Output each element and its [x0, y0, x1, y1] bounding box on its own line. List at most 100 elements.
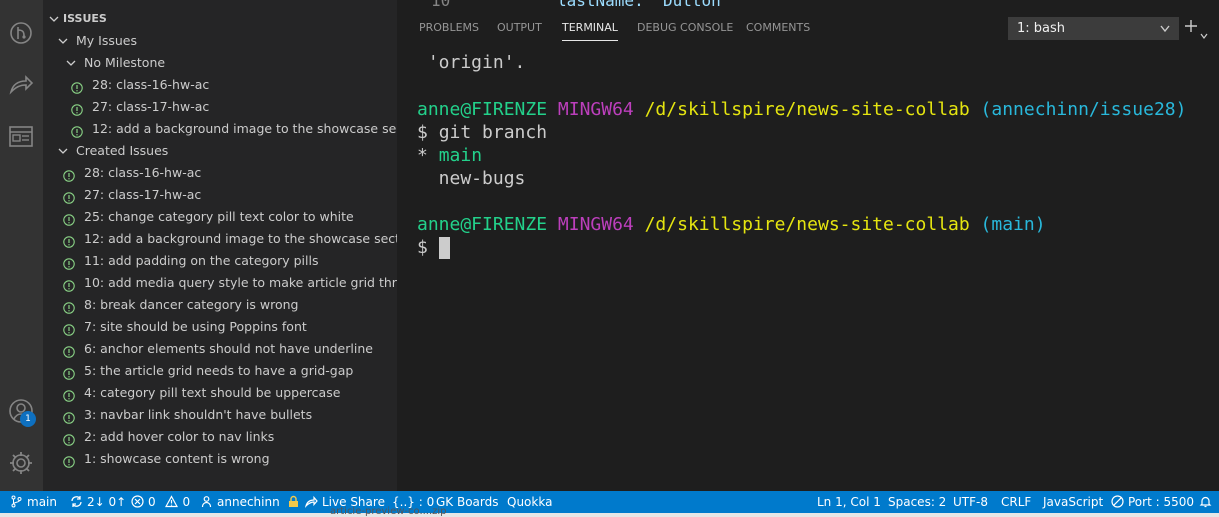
person-icon — [201, 496, 212, 508]
code-line: lastName: "Dutton" — [557, 0, 731, 10]
terminal-line: * main — [417, 144, 482, 167]
issue-item[interactable]: 8: break dancer category is wrong — [43, 294, 397, 316]
terminal-prompt-line: anne@FIRENZE MINGW64 /d/skillspire/news-… — [417, 98, 1186, 121]
tab-terminal[interactable]: TERMINAL — [562, 10, 618, 46]
issue-item[interactable]: 25: change category pill text color to w… — [43, 206, 397, 228]
issues-section-header[interactable]: ISSUES — [43, 8, 397, 30]
download-item[interactable]: article-preview-co....zip — [330, 506, 447, 517]
browser-preview-icon[interactable] — [6, 122, 36, 152]
issue-item[interactable]: 12: add a background image to the showca… — [43, 228, 397, 250]
gear-icon[interactable] — [6, 448, 36, 478]
warning-icon — [165, 495, 179, 508]
no-entry-icon — [1111, 495, 1124, 508]
issue-title: 2: add hover color to nav links — [84, 429, 275, 444]
issue-title: 11: add padding on the category pills — [84, 253, 319, 268]
chevron-down-icon — [58, 140, 68, 162]
prompt-symbol: $ — [417, 122, 439, 143]
notifications-status[interactable] — [1199, 491, 1212, 513]
chevron-down-icon — [58, 30, 68, 52]
issue-item[interactable]: 12: add a background image to the showca… — [43, 118, 397, 140]
new-terminal-icon[interactable] — [1184, 18, 1198, 32]
issue-open-icon — [63, 387, 75, 402]
encoding[interactable]: UTF-8 — [953, 491, 988, 513]
issue-item[interactable]: 1: showcase content is wrong — [43, 448, 397, 470]
live-share-icon[interactable] — [6, 70, 36, 100]
issue-item[interactable]: 27: class-17-hw-ac — [43, 96, 397, 118]
issue-open-icon — [71, 79, 83, 94]
issue-item[interactable]: 5: the article grid needs to have a grid… — [43, 360, 397, 382]
issue-open-icon — [63, 299, 75, 314]
issue-open-icon — [63, 255, 75, 270]
issue-title: 27: class-17-hw-ac — [84, 187, 202, 202]
issue-item[interactable]: 28: class-16-hw-ac — [43, 162, 397, 184]
prompt-user: anne@FIRENZE — [417, 99, 548, 120]
tab-problems[interactable]: PROBLEMS — [419, 10, 479, 46]
issue-open-icon — [63, 167, 75, 182]
tree-item-created-issues[interactable]: Created Issues — [43, 140, 397, 162]
source-control-icon[interactable] — [6, 18, 36, 48]
issue-item[interactable]: 2: add hover color to nav links — [43, 426, 397, 448]
terminal-line: new-bugs — [417, 168, 526, 189]
section-title: ISSUES — [63, 12, 107, 25]
issue-item[interactable]: 3: navbar link shouldn't have bullets — [43, 404, 397, 426]
editor-peek: 10 lastName: "Dutton" — [397, 0, 1219, 10]
account-status[interactable]: annechinn — [200, 491, 304, 513]
issue-title: 3: navbar link shouldn't have bullets — [84, 407, 313, 422]
issue-title: 12: add a background image to the showca… — [84, 231, 397, 246]
issue-title: 8: break dancer category is wrong — [84, 297, 299, 312]
issue-title: 6: anchor elements should not have under… — [84, 341, 373, 356]
error-icon — [131, 495, 144, 508]
account-name: annechinn — [217, 495, 280, 509]
terminal-input-line: $ — [417, 237, 439, 258]
live-share-icon — [304, 495, 318, 508]
tree-item-my-issues[interactable]: My Issues — [43, 30, 397, 52]
issue-open-icon — [63, 343, 75, 358]
terminal-cursor — [439, 237, 450, 259]
chevron-down-icon[interactable] — [1200, 24, 1208, 39]
issue-item[interactable]: 6: anchor elements should not have under… — [43, 338, 397, 360]
prompt-env: MINGW64 — [557, 214, 634, 235]
issue-title: 5: the article grid needs to have a grid… — [84, 363, 354, 378]
prompt-branch: (main) — [980, 214, 1046, 235]
terminal-selector-value: 1: bash — [1017, 21, 1066, 36]
tab-comments[interactable]: COMMENTS — [746, 10, 810, 46]
tree-item-label: Created Issues — [76, 143, 169, 158]
terminal-selector[interactable]: 1: bash — [1008, 17, 1179, 40]
chevron-down-icon — [1160, 25, 1170, 33]
language-mode[interactable]: JavaScript — [1043, 491, 1103, 513]
problems-status[interactable]: 0 0 — [131, 491, 190, 513]
issue-title: 7: site should be using Poppins font — [84, 319, 307, 334]
issue-item[interactable]: 7: site should be using Poppins font — [43, 316, 397, 338]
tree-item-no-milestone[interactable]: No Milestone — [43, 52, 397, 74]
cursor-position[interactable]: Ln 1, Col 1 — [817, 491, 881, 513]
issue-open-icon — [63, 277, 75, 292]
line-ending[interactable]: CRLF — [1001, 491, 1031, 513]
issue-title: 1: showcase content is wrong — [84, 451, 270, 466]
issue-item[interactable]: 27: class-17-hw-ac — [43, 184, 397, 206]
issue-item[interactable]: 4: category pill text should be uppercas… — [43, 382, 397, 404]
issue-item[interactable]: 11: add padding on the category pills — [43, 250, 397, 272]
download-bar: article-preview-co....zip — [0, 506, 1219, 517]
issue-item[interactable]: 28: class-16-hw-ac — [43, 74, 397, 96]
branch-name: main — [27, 495, 57, 509]
sync-status[interactable]: 2↓ 0↑ — [70, 491, 126, 513]
branch-current: main — [438, 145, 483, 166]
terminal-line: 'origin'. — [417, 52, 526, 73]
indentation[interactable]: Spaces: 2 — [888, 491, 946, 513]
branch-icon — [11, 495, 22, 508]
tab-debug-console[interactable]: DEBUG CONSOLE — [637, 10, 733, 46]
sync-counts: 2↓ 0↑ — [87, 495, 127, 509]
terminal-command-line: $ git branch — [417, 121, 547, 144]
issue-open-icon — [71, 101, 83, 116]
quokka-status[interactable]: Quokka — [507, 491, 552, 513]
issue-item[interactable]: 10: add media query style to make articl… — [43, 272, 397, 294]
branch-status[interactable]: main — [10, 491, 57, 513]
panel-tabs: PROBLEMS OUTPUT TERMINAL DEBUG CONSOLE C… — [397, 10, 997, 46]
issue-title: 28: class-16-hw-ac — [84, 165, 202, 180]
branch-star: * — [417, 145, 439, 166]
tab-output[interactable]: OUTPUT — [497, 10, 542, 46]
activity-bar: 1 — [0, 0, 43, 491]
chevron-down-icon — [49, 8, 59, 30]
live-server-status[interactable]: Port : 5500 — [1111, 491, 1194, 513]
bell-icon — [1199, 496, 1212, 508]
